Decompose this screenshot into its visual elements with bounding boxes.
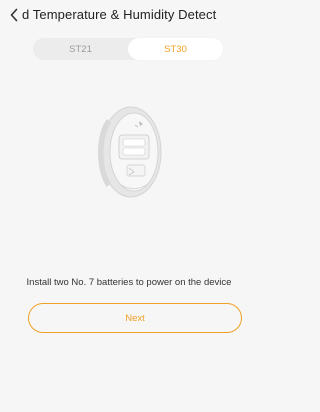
install-instruction: Install two No. 7 batteries to power on … xyxy=(26,277,232,288)
tab-st30[interactable]: ST30 xyxy=(128,38,223,60)
device-image xyxy=(98,106,162,198)
header-bar: d Temperature & Humidity Detect xyxy=(0,0,258,34)
page-title: d Temperature & Humidity Detect xyxy=(22,7,217,22)
chevron-left-icon[interactable] xyxy=(6,7,22,23)
model-segmented-control: ST21 ST30 xyxy=(33,38,223,60)
tab-st21[interactable]: ST21 xyxy=(33,38,128,60)
next-button[interactable]: Next xyxy=(28,303,242,333)
